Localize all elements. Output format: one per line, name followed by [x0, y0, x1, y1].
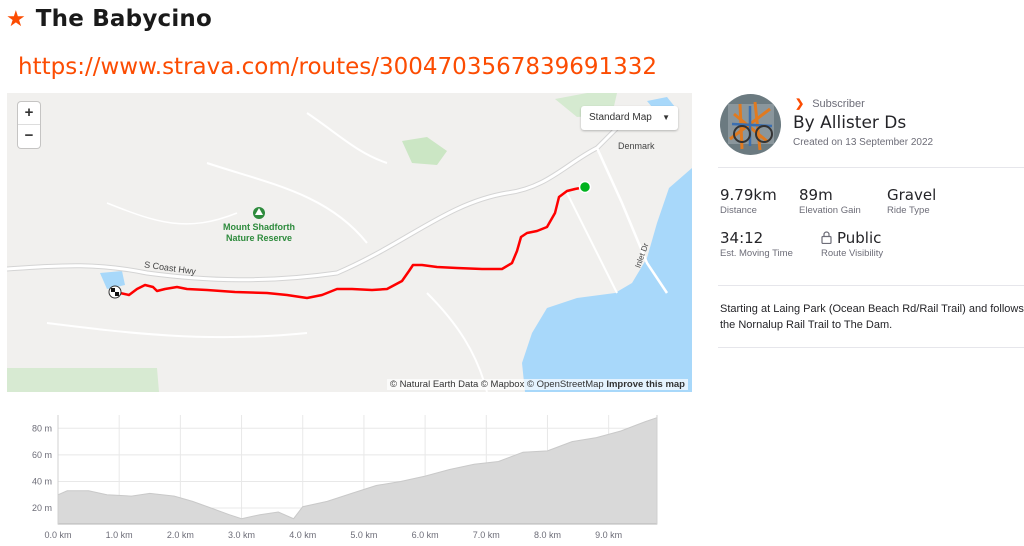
map-style-label: Standard Map	[589, 112, 652, 123]
x-tick-label: 2.0 km	[167, 530, 194, 540]
y-tick-label: 60 m	[32, 450, 52, 460]
x-tick-label: 9.0 km	[595, 530, 622, 540]
x-tick-label: 5.0 km	[350, 530, 377, 540]
stat-elevation: 89m Elevation Gain	[799, 186, 861, 216]
improve-map-link[interactable]: Improve this map	[606, 379, 685, 390]
stat-label: Ride Type	[887, 205, 930, 216]
x-tick-label: 3.0 km	[228, 530, 255, 540]
stat-value: 9.79km	[720, 186, 777, 204]
zoom-in-button[interactable]: +	[18, 102, 40, 125]
x-tick-label: 8.0 km	[534, 530, 561, 540]
zoom-controls: + −	[18, 102, 40, 148]
visibility-value: Public	[837, 229, 882, 247]
divider	[718, 347, 1024, 348]
finish-marker	[108, 285, 122, 299]
route-map[interactable]: + − Standard Map ▼ Mount Shadforth Natur…	[7, 93, 692, 392]
park-label: Mount Shadforth Nature Reserve	[213, 222, 305, 244]
route-url-link[interactable]: https://www.strava.com/routes/3004703567…	[18, 54, 657, 80]
subscriber-badge: ❯ Subscriber	[795, 97, 865, 111]
title-row: ★ The Babycino	[6, 4, 212, 34]
elevation-chart[interactable]: 0.0 km 1.0 km 2.0 km 3.0 km 4.0 km 5.0 km 6.0 …	[0, 413, 690, 546]
x-tick-label: 6.0 km	[412, 530, 439, 540]
elevation-area	[57, 417, 658, 525]
stat-distance: 9.79km Distance	[720, 186, 777, 216]
page-title: The Babycino	[35, 6, 213, 32]
map-attribution: © Natural Earth Data © Mapbox © OpenStre…	[386, 379, 688, 390]
zoom-out-button[interactable]: −	[18, 125, 40, 148]
chevron-down-icon: ▼	[662, 113, 670, 122]
x-tick-label: 4.0 km	[289, 530, 316, 540]
route-description: Starting at Laing Park (Ocean Beach Rd/R…	[720, 303, 1024, 331]
x-tick-label: 0.0 km	[44, 530, 71, 540]
y-tick-label: 40 m	[32, 476, 52, 486]
park-label-line2: Nature Reserve	[225, 233, 293, 243]
avatar[interactable]	[720, 94, 781, 155]
stat-value: Gravel	[887, 186, 937, 204]
stat-label: Route Visibility	[821, 248, 884, 259]
author-profile: ❯ Subscriber By Allister Ds Created on 1…	[720, 94, 1024, 156]
subscriber-icon: ❯	[795, 98, 805, 110]
park-label-line1: Mount Shadforth	[223, 222, 295, 232]
subscriber-label: Subscriber	[812, 97, 865, 110]
star-icon[interactable]: ★	[6, 8, 26, 30]
y-tick-label: 80 m	[32, 423, 52, 433]
created-date: Created on 13 September 2022	[793, 137, 934, 148]
stat-label: Elevation Gain	[799, 205, 861, 216]
stat-visibility: Public Route Visibility	[821, 229, 883, 259]
stat-label: Est. Moving Time	[720, 248, 793, 259]
start-marker	[578, 180, 592, 194]
town-label: Denmark	[618, 141, 655, 151]
divider	[718, 285, 1024, 286]
x-tick-label: 7.0 km	[473, 530, 500, 540]
stat-value: 89m	[799, 186, 833, 204]
stat-ride-type: Gravel Ride Type	[887, 186, 936, 216]
stat-value: Public	[821, 229, 883, 247]
stat-value: 34:12	[720, 229, 764, 247]
avatar-image	[720, 94, 781, 155]
stat-moving-time: 34:12 Est. Moving Time	[720, 229, 793, 259]
x-tick-label: 1.0 km	[106, 530, 133, 540]
attribution-text: © Natural Earth Data © Mapbox © OpenStre…	[389, 379, 607, 390]
divider	[718, 167, 1024, 168]
map-style-dropdown[interactable]: Standard Map ▼	[581, 106, 678, 130]
map-canvas	[7, 93, 692, 392]
y-tick-label: 20 m	[32, 503, 52, 513]
stat-label: Distance	[720, 205, 757, 216]
author-name[interactable]: By Allister Ds	[793, 113, 906, 133]
lock-icon	[821, 231, 832, 244]
